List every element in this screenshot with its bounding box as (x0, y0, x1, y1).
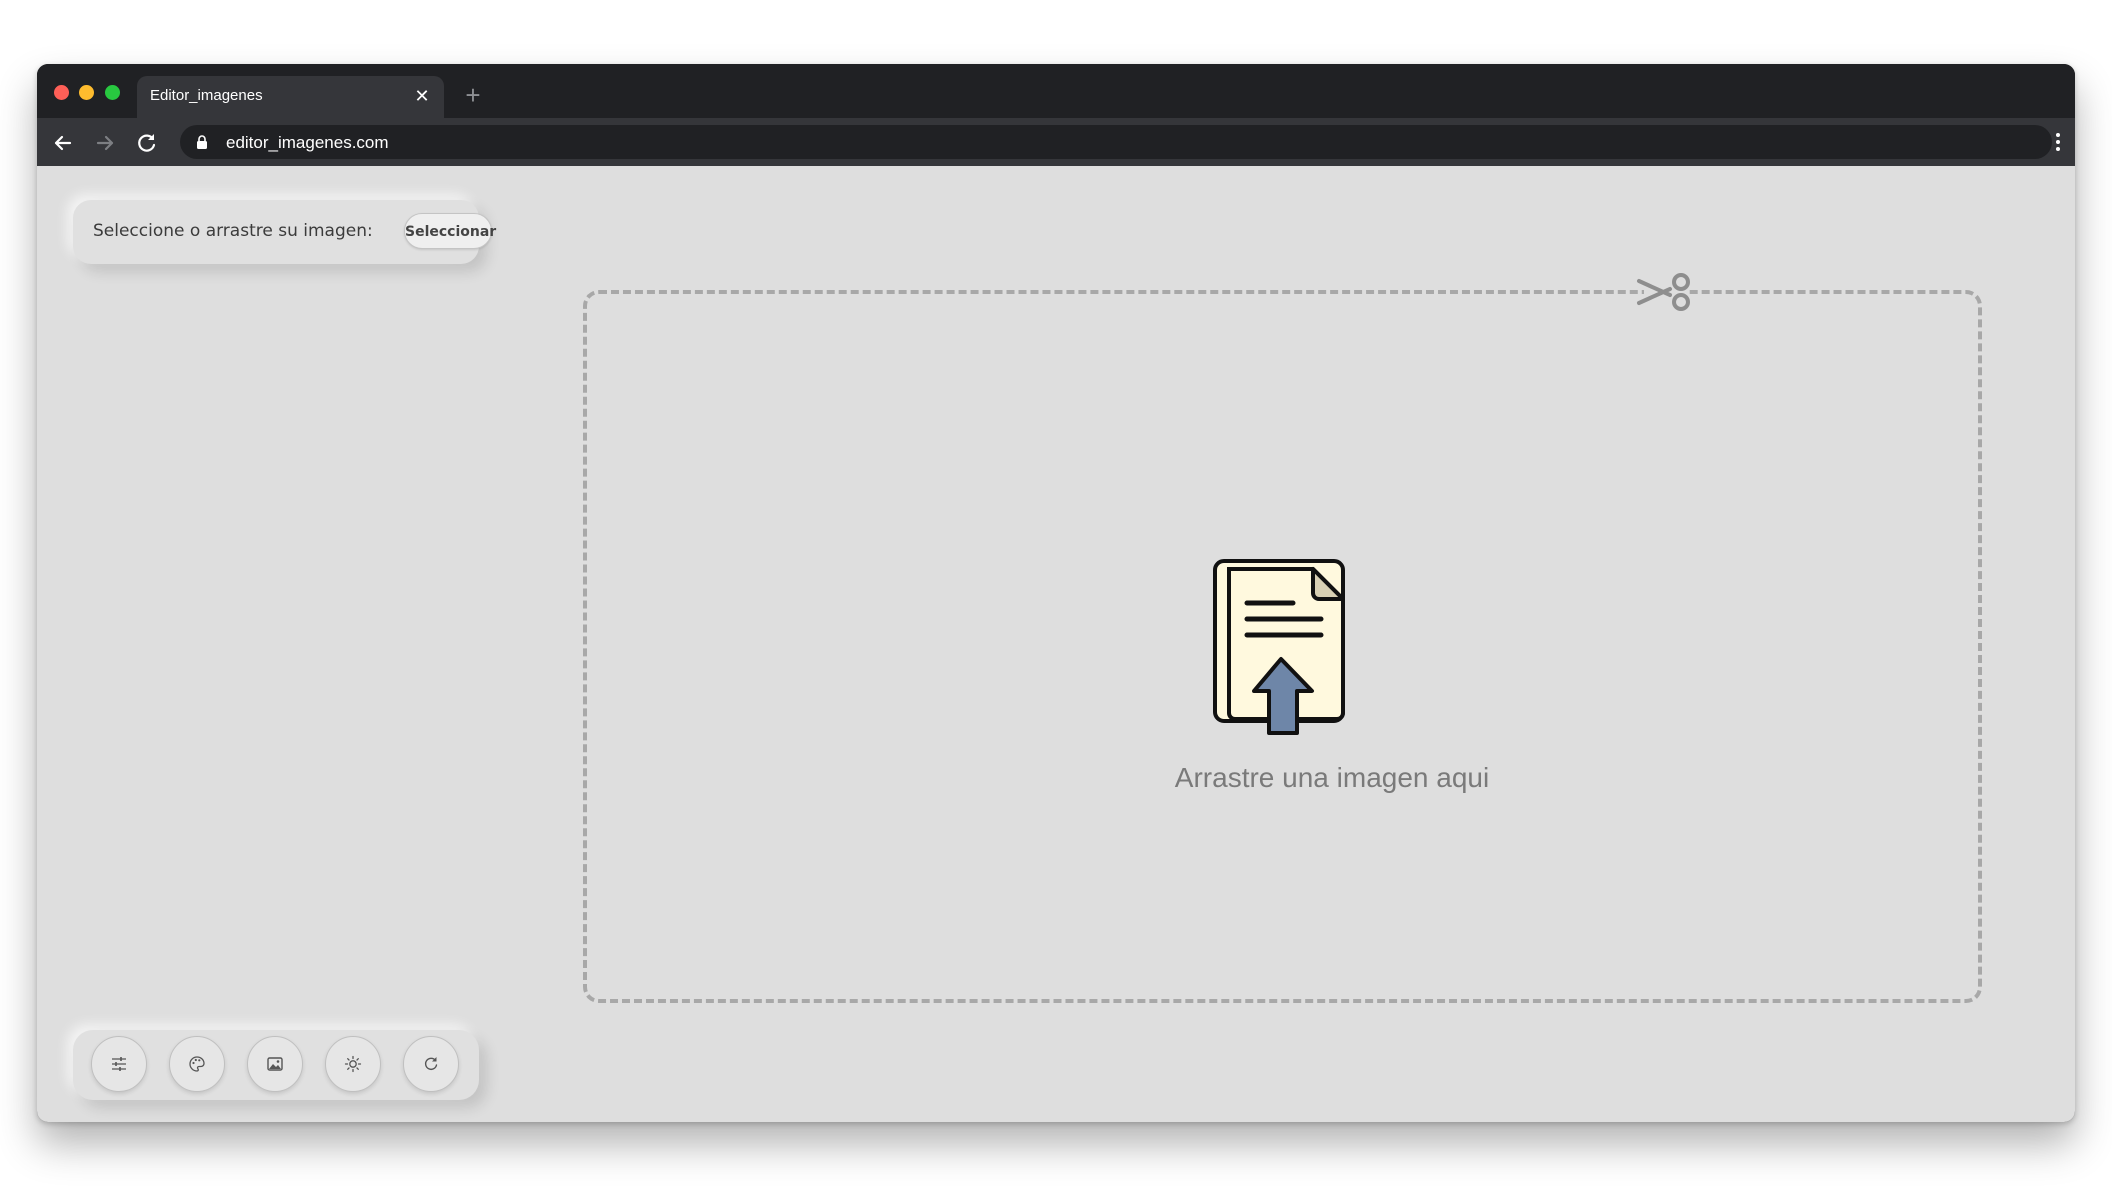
adjustments-button[interactable] (91, 1036, 147, 1092)
forward-arrow-icon[interactable] (92, 130, 118, 156)
image-select-panel: Seleccione o arrastre su imagen: Selecci… (73, 200, 496, 264)
browser-toolbar: editor_imagenes.com (37, 118, 2075, 166)
url-text: editor_imagenes.com (226, 133, 389, 152)
page-content: Seleccione o arrastre su imagen: Selecci… (37, 166, 2075, 1122)
reload-icon[interactable] (134, 130, 160, 156)
maximize-window-button[interactable] (105, 85, 120, 100)
lock-icon (197, 135, 207, 149)
color-filters-button[interactable] (169, 1036, 225, 1092)
kebab-menu-icon[interactable] (2055, 130, 2061, 154)
dropzone-text: Arrastre una imagen aqui (1174, 762, 1490, 793)
select-image-button[interactable]: Seleccionar (404, 213, 496, 249)
rotate-icon (424, 1057, 438, 1071)
minimize-window-button[interactable] (79, 85, 94, 100)
address-bar[interactable]: editor_imagenes.com (180, 125, 2052, 159)
brightness-button[interactable] (325, 1036, 381, 1092)
back-arrow-icon[interactable] (50, 130, 76, 156)
palette-icon (189, 1056, 205, 1072)
tab-title: Editor_imagenes (150, 87, 263, 104)
tab-editor-imagenes[interactable]: Editor_imagenes ✕ (137, 76, 444, 118)
image-icon (267, 1057, 283, 1071)
tab-close-icon[interactable]: ✕ (412, 86, 432, 106)
reset-button[interactable] (403, 1036, 459, 1092)
new-tab-button[interactable]: + (461, 82, 485, 108)
browser-window: Editor_imagenes ✕ + editor_imagenes.com (37, 64, 2075, 1122)
image-button[interactable] (247, 1036, 303, 1092)
brightness-icon (344, 1055, 362, 1073)
tab-strip: Editor_imagenes ✕ + (37, 64, 2075, 118)
file-upload-icon (1213, 559, 1345, 735)
close-window-button[interactable] (54, 85, 69, 100)
select-image-label: Seleccione o arrastre su imagen: (93, 221, 373, 241)
sliders-icon (112, 1057, 126, 1071)
scissors-icon (1637, 273, 1690, 311)
tools-panel (73, 1030, 479, 1100)
